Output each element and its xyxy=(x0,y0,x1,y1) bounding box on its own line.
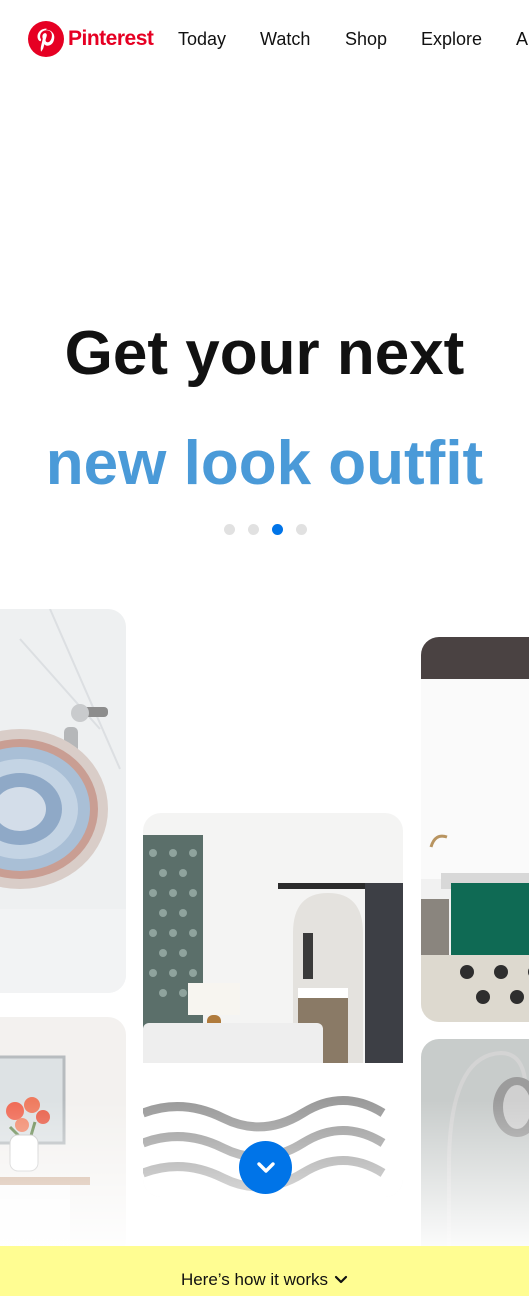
hero-rotating-subheadline: new look outfit xyxy=(45,429,484,498)
scroll-down-button[interactable] xyxy=(239,1141,292,1194)
pin-card-sink[interactable] xyxy=(0,609,126,993)
sink-image xyxy=(0,609,126,993)
how-it-works-bar[interactable]: Here’s how it works xyxy=(0,1246,529,1296)
bathroom-image xyxy=(421,637,529,1022)
carousel-dot[interactable] xyxy=(224,524,235,535)
carousel-indicator xyxy=(224,524,307,535)
main-nav: Today Watch Shop Explore A xyxy=(0,29,529,53)
hero-headline: Get your next xyxy=(64,319,465,388)
pin-card-bathroom[interactable] xyxy=(421,637,529,1022)
carousel-dot[interactable] xyxy=(296,524,307,535)
top-navigation-bar: Pinterest Today Watch Shop Explore A xyxy=(0,0,529,80)
nav-about-truncated[interactable]: A xyxy=(516,29,528,50)
nav-watch[interactable]: Watch xyxy=(260,29,310,50)
chevron-down-icon xyxy=(256,1161,275,1173)
how-it-works-label: Here’s how it works xyxy=(180,1270,329,1289)
nav-shop[interactable]: Shop xyxy=(345,29,387,50)
nav-explore[interactable]: Explore xyxy=(421,29,482,50)
carousel-dot-active[interactable] xyxy=(272,524,283,535)
chevron-down-icon xyxy=(334,1275,348,1284)
carousel-dot[interactable] xyxy=(248,524,259,535)
nav-today[interactable]: Today xyxy=(178,29,226,50)
